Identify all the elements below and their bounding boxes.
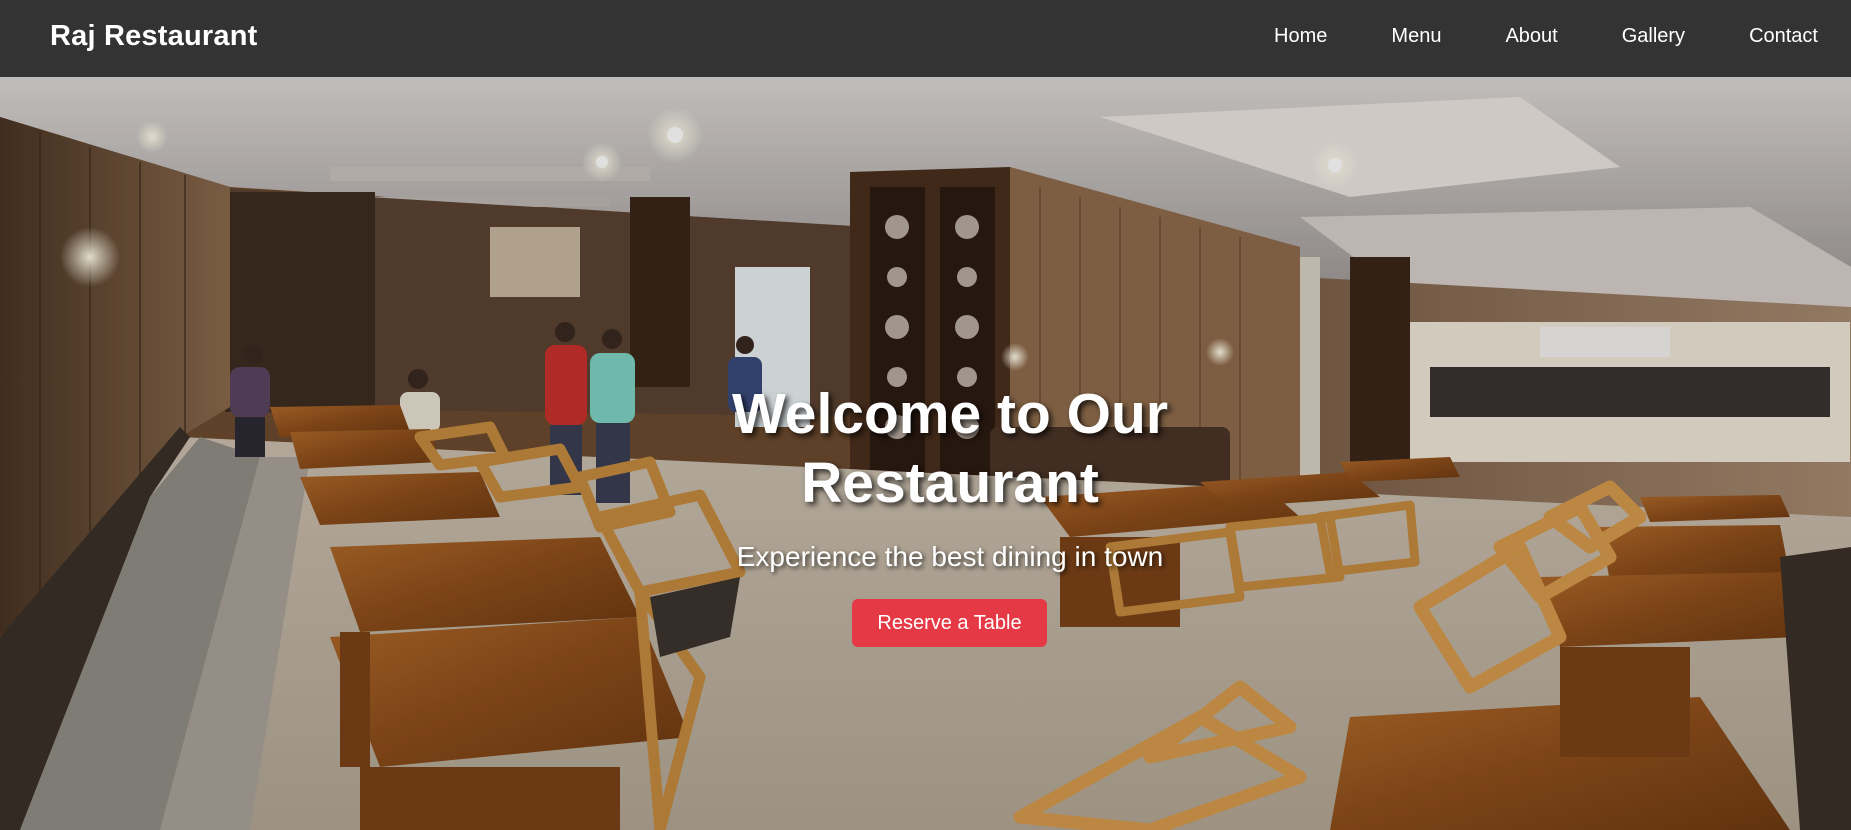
nav-menu: Home Menu About Gallery Contact (1274, 25, 1818, 48)
nav-link-gallery[interactable]: Gallery (1622, 25, 1685, 47)
brand-logo[interactable]: Raj Restaurant (50, 20, 257, 53)
hero-section: Welcome to Our Restaurant Experience the… (0, 77, 1851, 830)
hero-content: Welcome to Our Restaurant Experience the… (0, 77, 1851, 830)
nav-link-menu[interactable]: Menu (1391, 25, 1441, 47)
hero-subtitle: Experience the best dining in town (736, 541, 1164, 572)
nav-link-about[interactable]: About (1505, 25, 1557, 47)
reserve-table-button[interactable]: Reserve a Table (852, 599, 1047, 647)
nav-link-contact[interactable]: Contact (1749, 25, 1818, 47)
top-navbar: Raj Restaurant Home Menu About Gallery C… (0, 0, 1851, 77)
hero-title: Welcome to Our Restaurant (731, 382, 1169, 515)
nav-link-home[interactable]: Home (1274, 25, 1327, 47)
